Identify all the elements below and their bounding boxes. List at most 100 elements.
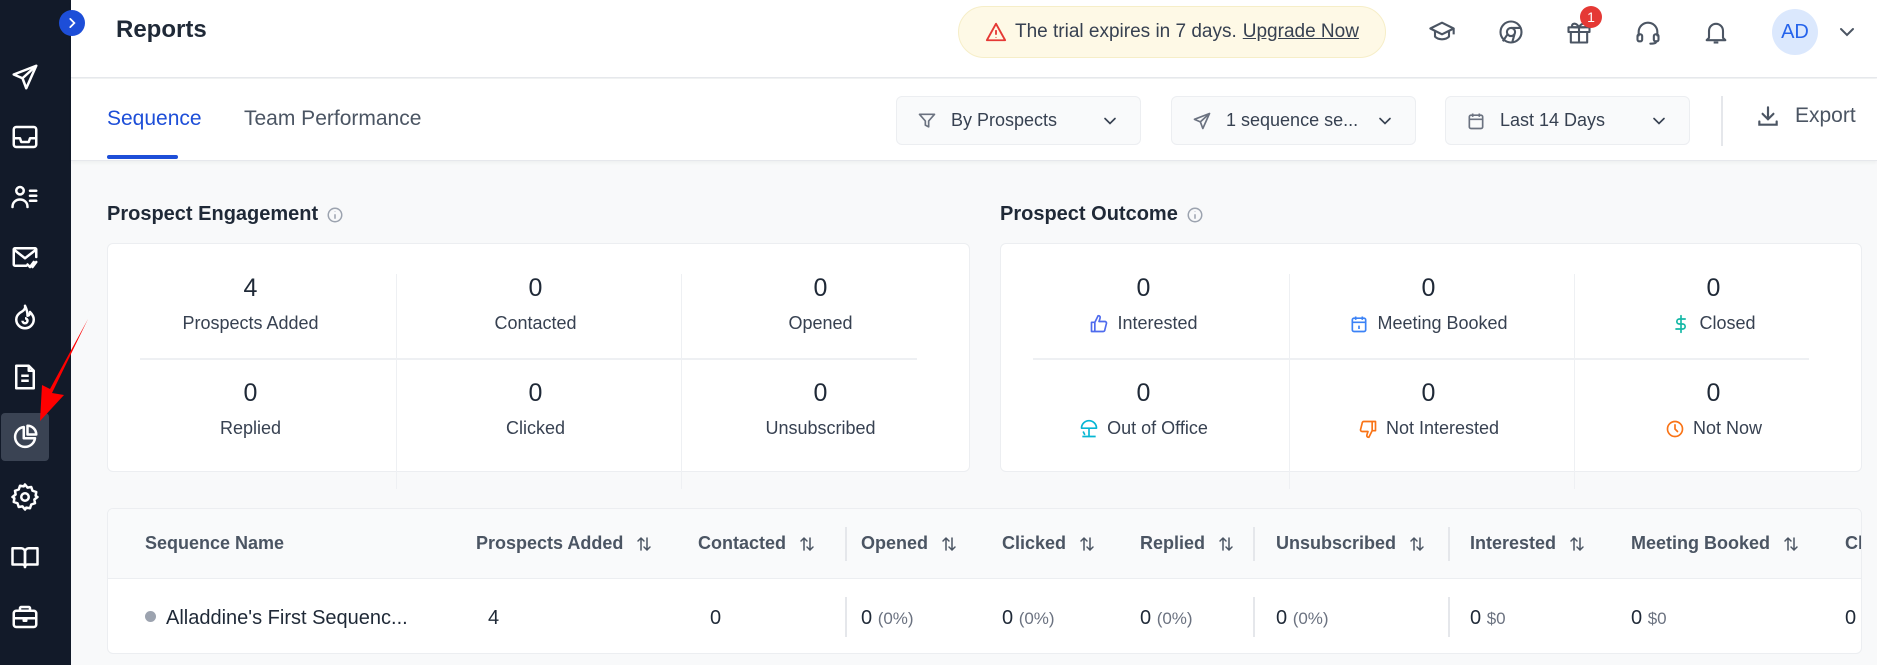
sort-icon[interactable] — [798, 535, 816, 553]
prospects-added-cell: 4 — [488, 607, 500, 629]
stat-label-text: Not Now — [1692, 418, 1763, 438]
stat-value: 0 — [813, 274, 828, 302]
stat-label: Meeting Booked — [1286, 313, 1571, 334]
closed-cell: 0 — [1845, 607, 1857, 629]
notifications-button[interactable] — [1699, 15, 1733, 49]
stat-value: 0 — [1136, 274, 1151, 302]
paper-plane-icon — [12, 64, 38, 90]
column-header-clicked[interactable]: Clicked — [1002, 533, 1096, 554]
column-header-sequence-name[interactable]: Sequence Name — [145, 533, 284, 554]
stat-label: Replied — [219, 418, 282, 438]
tab-sequence[interactable]: Sequence — [107, 107, 202, 131]
column-header-meeting-booked[interactable]: Meeting Booked — [1631, 533, 1800, 554]
view-by-dropdown[interactable]: By Prospects — [896, 96, 1141, 145]
dollar-icon — [1675, 314, 1687, 333]
stat-divider — [396, 274, 397, 384]
stat-divider — [396, 379, 397, 489]
sort-icon[interactable] — [1568, 535, 1586, 553]
gift-button[interactable]: 1 — [1562, 6, 1602, 49]
stat-label-text: Meeting Booked — [1377, 313, 1508, 333]
sequence-name: Alladdine's First Sequenc... — [166, 607, 408, 629]
info-icon[interactable] — [1186, 206, 1204, 224]
sequence-report-table: Sequence Name Prospects Added Contacted … — [107, 508, 1862, 654]
clicked-cell: 0 (0%) — [1002, 607, 1055, 630]
sidebar-item-sequences[interactable] — [1, 53, 49, 101]
column-group-divider — [1253, 527, 1255, 561]
calendar-icon — [1351, 316, 1367, 332]
expand-sidebar-button[interactable] — [59, 10, 85, 36]
outcome-title: Prospect Outcome — [1000, 203, 1178, 225]
sort-icon[interactable] — [635, 535, 653, 553]
cell-sub-value: (0%) — [1018, 609, 1055, 628]
sidebar-item-inbox[interactable] — [1, 113, 49, 161]
stat-contacted: 0 Contacted — [393, 274, 678, 334]
cell-sub-value: (0%) — [877, 609, 914, 628]
column-label: Unsubscribed — [1276, 533, 1397, 553]
unsubscribed-cell: 0 (0%) — [1276, 607, 1329, 630]
sequence-select-dropdown[interactable]: 1 sequence se... — [1171, 96, 1416, 145]
stat-interested: 0 Interested — [1001, 274, 1286, 334]
sort-icon[interactable] — [1782, 535, 1800, 553]
sort-icon[interactable] — [1217, 535, 1235, 553]
info-icon[interactable] — [326, 206, 344, 224]
stat-value: 0 — [243, 379, 258, 407]
column-label: Sequence Name — [145, 533, 285, 553]
sidebar-item-email-accounts[interactable] — [1, 233, 49, 281]
chevron-down-icon[interactable] — [1835, 20, 1859, 44]
annotation-arrow-icon — [40, 319, 88, 421]
cell-value: 0 — [1140, 607, 1152, 629]
replied-cell: 0 (0%) — [1140, 607, 1193, 630]
column-label: Prospects Added — [476, 533, 624, 553]
sidebar-item-settings[interactable] — [1, 473, 49, 521]
column-label: Meeting Booked — [1631, 533, 1771, 553]
stat-label-text: Interested — [1117, 313, 1198, 333]
user-avatar[interactable]: AD — [1772, 9, 1818, 55]
column-header-unsubscribed[interactable]: Unsubscribed — [1276, 533, 1426, 554]
cell-sub-value: (0%) — [1156, 609, 1193, 628]
upgrade-now-link[interactable]: Upgrade Now — [1243, 21, 1359, 43]
graduation-cap-icon — [1429, 21, 1455, 41]
academy-button[interactable] — [1425, 15, 1459, 49]
stat-divider — [1574, 379, 1575, 489]
chrome-extension-button[interactable] — [1494, 15, 1528, 49]
interested-cell: 0 $0 — [1470, 607, 1506, 630]
sidebar-item-prospects[interactable] — [1, 173, 49, 221]
date-range-dropdown[interactable]: Last 14 Days — [1445, 96, 1690, 145]
column-label: Replied — [1140, 533, 1206, 553]
cell-value: 0 — [1470, 607, 1482, 629]
stat-closed: 0 Closed — [1571, 274, 1856, 334]
thumbs-up-icon — [1091, 314, 1108, 332]
column-header-prospects-added[interactable]: Prospects Added — [476, 533, 653, 554]
stat-value: 0 — [528, 379, 543, 407]
export-button[interactable]: Export — [1755, 103, 1856, 129]
stat-divider — [1574, 274, 1575, 384]
stat-label: Out of Office — [1001, 418, 1286, 439]
row-divider — [1033, 358, 1809, 360]
page-title: Reports — [116, 16, 207, 43]
cell-value: 0 — [1276, 607, 1288, 629]
sequence-name-cell[interactable]: Alladdine's First Sequenc... — [145, 607, 408, 630]
column-header-interested[interactable]: Interested — [1470, 533, 1586, 554]
cell-value: 0 — [861, 607, 873, 629]
tab-bar: Sequence Team Performance By Prospects 1… — [71, 79, 1877, 161]
column-header-contacted[interactable]: Contacted — [698, 533, 816, 554]
sort-icon[interactable] — [1078, 535, 1096, 553]
sort-icon[interactable] — [940, 535, 958, 553]
engagement-card: 4 Prospects Added 0 Contacted 0 Opened 0 Rep… — [107, 243, 970, 489]
cell-value: 0 — [1002, 607, 1014, 629]
column-header-replied[interactable]: Replied — [1140, 533, 1235, 554]
column-group-divider — [845, 597, 847, 637]
stat-divider — [1289, 274, 1290, 384]
tab-team-performance[interactable]: Team Performance — [244, 107, 421, 131]
stat-value: 0 — [528, 274, 543, 302]
sidebar-item-agency[interactable] — [1, 593, 49, 641]
notification-badge: 1 — [1580, 6, 1602, 28]
row-divider — [140, 358, 917, 360]
support-button[interactable] — [1631, 15, 1665, 49]
column-header-opened[interactable]: Opened — [861, 533, 958, 554]
cell-sub-value: $0 — [1647, 609, 1667, 628]
sort-icon[interactable] — [1408, 535, 1426, 553]
sidebar-item-help-docs[interactable] — [1, 533, 49, 581]
stat-value: 0 — [1136, 379, 1151, 407]
column-header-closed[interactable]: Cl — [1845, 533, 1861, 554]
